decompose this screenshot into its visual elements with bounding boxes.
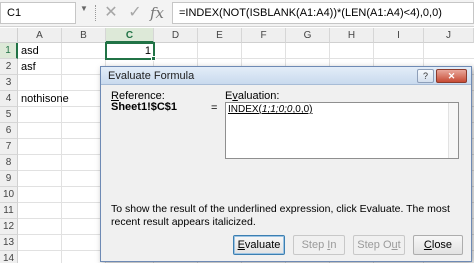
insert-function-icon[interactable]: fx	[146, 3, 168, 23]
row-header-6[interactable]: 6	[0, 123, 18, 139]
column-header-h[interactable]: H	[330, 28, 374, 43]
cell-a1[interactable]: asd	[19, 43, 61, 59]
cell-a2[interactable]: asf	[19, 59, 61, 75]
column-header-j[interactable]: J	[424, 28, 474, 43]
selected-cell-border	[105, 42, 155, 60]
column-header-i[interactable]: I	[374, 28, 424, 43]
row-header-7[interactable]: 7	[0, 139, 18, 155]
row-header-10[interactable]: 10	[0, 187, 18, 203]
row-header-11[interactable]: 11	[0, 203, 18, 219]
column-header-g[interactable]: G	[286, 28, 330, 43]
evaluation-underlined: INDEX(	[228, 104, 262, 115]
name-box[interactable]: C1	[0, 2, 76, 24]
row-header-14[interactable]: 14	[0, 251, 18, 263]
help-icon[interactable]: ?	[417, 69, 434, 83]
evaluate-formula-dialog: Evaluate Formula ? ✕ Reference: Sheet1!$…	[100, 66, 472, 262]
cell-a4[interactable]: nothisone	[19, 91, 89, 107]
row-header-12[interactable]: 12	[0, 219, 18, 235]
gridline	[61, 43, 62, 263]
formula-input[interactable]: =INDEX(NOT(ISBLANK(A1:A4))*(LEN(A1:A4)<4…	[172, 2, 474, 24]
row-header-13[interactable]: 13	[0, 235, 18, 251]
gridline	[18, 58, 474, 59]
chevron-down-icon[interactable]: ▼	[80, 4, 90, 20]
evaluation-scrollbar[interactable]	[448, 103, 458, 158]
column-header-e[interactable]: E	[198, 28, 242, 43]
step-in-button[interactable]: Step In	[293, 235, 345, 255]
evaluate-button[interactable]: Evaluate	[233, 235, 285, 255]
help-text: To show the result of the underlined exp…	[111, 203, 450, 228]
formula-bar-separator	[95, 5, 96, 21]
equals-sign: =	[211, 102, 218, 114]
cancel-icon[interactable]: ✕	[100, 3, 122, 23]
evaluation-tail: ,0,0)	[292, 104, 313, 115]
evaluation-label: Evaluation:	[225, 90, 280, 102]
formula-bar: C1 ▼ ✕ ✓ fx =INDEX(NOT(ISBLANK(A1:A4))*(…	[0, 0, 474, 27]
column-header-d[interactable]: D	[154, 28, 198, 43]
close-button[interactable]: Close	[413, 235, 463, 255]
row-header-4[interactable]: 4	[0, 91, 18, 107]
row-header-1[interactable]: 1	[0, 43, 18, 59]
dialog-titlebar[interactable]: Evaluate Formula ? ✕	[101, 67, 471, 85]
row-header-9[interactable]: 9	[0, 171, 18, 187]
evaluation-result: 1;1;0;0	[261, 104, 293, 115]
column-header-c[interactable]: C	[106, 28, 154, 43]
enter-icon[interactable]: ✓	[124, 3, 146, 23]
row-header-3[interactable]: 3	[0, 75, 18, 91]
step-out-button[interactable]: Step Out	[353, 235, 405, 255]
column-header-f[interactable]: F	[242, 28, 286, 43]
fill-handle[interactable]	[151, 56, 156, 61]
reference-value: Sheet1!$C$1	[111, 101, 178, 113]
row-header-8[interactable]: 8	[0, 155, 18, 171]
close-icon[interactable]: ✕	[436, 69, 467, 83]
dialog-title: Evaluate Formula	[108, 70, 195, 82]
select-all-corner[interactable]	[0, 28, 18, 43]
column-header-b[interactable]: B	[62, 28, 106, 43]
row-header-5[interactable]: 5	[0, 107, 18, 123]
column-header-a[interactable]: A	[18, 28, 62, 43]
row-header-2[interactable]: 2	[0, 59, 18, 75]
evaluation-box[interactable]: INDEX(1;1;0;0,0,0)	[225, 102, 459, 159]
